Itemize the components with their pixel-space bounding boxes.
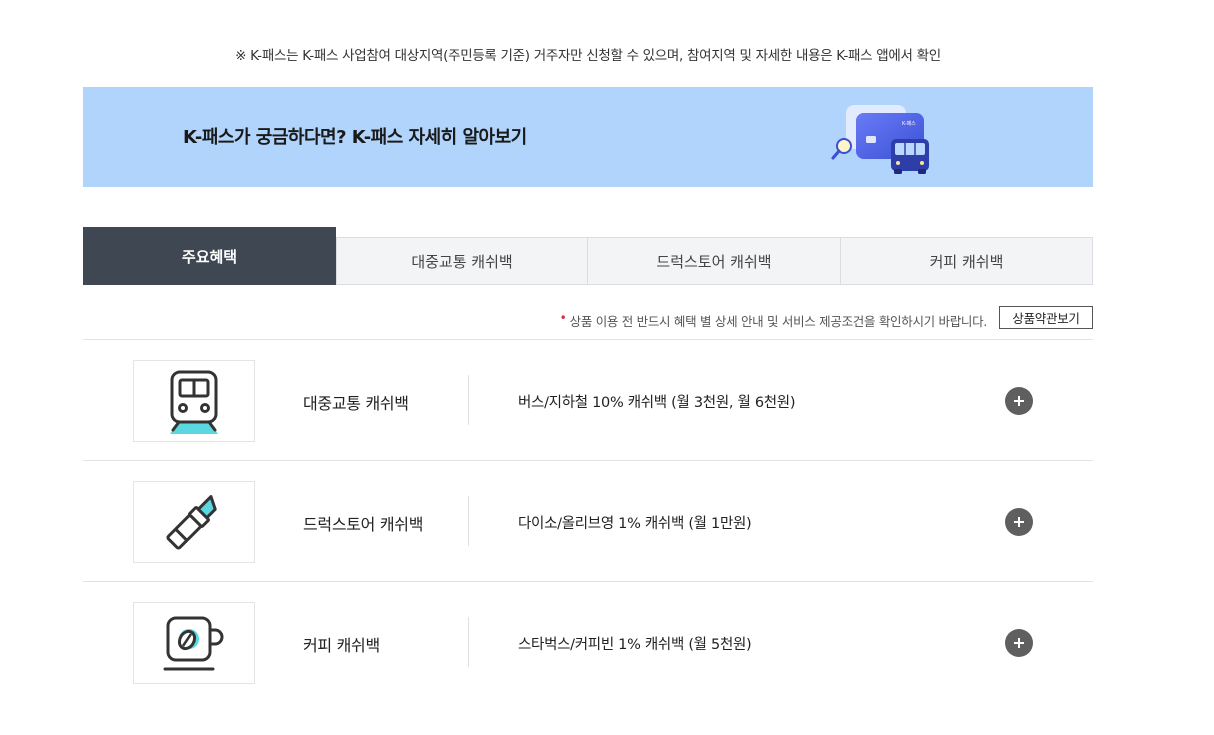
plus-icon [1014,517,1024,527]
eligibility-notice: ※ K-패스는 K-패스 사업참여 대상지역(주민등록 기준) 거주자만 신청할… [235,48,941,64]
view-terms-button[interactable]: 상품약관보기 [999,306,1093,329]
lipstick-icon [166,495,217,550]
benefit-title: 대중교통 캐쉬백 [303,394,409,413]
benefit-title: 드럭스토어 캐쉬백 [303,515,424,534]
tab-drugstore-cashback[interactable]: 드럭스토어 캐쉬백 [588,237,841,285]
bullet-dot: • [559,311,567,325]
expand-button[interactable] [1005,387,1033,415]
terms-row: • 상품 이용 전 반드시 혜택 별 상세 안내 및 서비스 제공조건을 확인하… [83,306,1093,330]
benefit-description: 다이소/올리브영 1% 캐쉬백 (월 1만원) [518,516,752,532]
terms-notice-text: 상품 이용 전 반드시 혜택 별 상세 안내 및 서비스 제공조건을 확인하시기… [569,314,988,329]
plus-icon [1014,396,1024,406]
expand-button[interactable] [1005,508,1033,536]
card-label: K-패스 [902,120,916,127]
benefit-row-coffee: 커피 캐쉬백 스타벅스/커피빈 1% 캐쉬백 (월 5천원) [83,582,1093,703]
banner-title: K-패스가 궁금하다면? K-패스 자세히 알아보기 [183,127,527,148]
tab-transit-cashback[interactable]: 대중교통 캐쉬백 [336,237,588,285]
divider [468,617,469,667]
divider [468,375,469,425]
benefit-row-transit: 대중교통 캐쉬백 버스/지하철 10% 캐쉬백 (월 3천원, 월 6천원) [83,340,1093,461]
benefit-description: 버스/지하철 10% 캐쉬백 (월 3천원, 월 6천원) [518,395,796,411]
benefit-icon-box [133,602,255,684]
benefit-description: 스타벅스/커피빈 1% 캐쉬백 (월 5천원) [518,637,752,653]
train-icon [170,370,218,434]
benefit-title: 커피 캐쉬백 [303,636,380,655]
divider [468,496,469,546]
benefit-icon-box [133,360,255,442]
tab-coffee-cashback[interactable]: 커피 캐쉬백 [841,237,1093,285]
tab-main-benefits[interactable]: 주요혜택 [83,227,336,285]
expand-button[interactable] [1005,629,1033,657]
benefit-tabs: 주요혜택 대중교통 캐쉬백 드럭스토어 캐쉬백 커피 캐쉬백 [83,227,1093,285]
benefit-icon-box [133,481,255,563]
terms-notice: • 상품 이용 전 반드시 혜택 별 상세 안내 및 서비스 제공조건을 확인하… [560,311,988,330]
coffee-cup-icon [163,616,224,671]
k-pass-card-bus-illustration: K-패스 [831,105,929,174]
benefit-row-drugstore: 드럭스토어 캐쉬백 다이소/올리브영 1% 캐쉬백 (월 1만원) [83,461,1093,582]
plus-icon [1014,638,1024,648]
benefit-list: 대중교통 캐쉬백 버스/지하철 10% 캐쉬백 (월 3천원, 월 6천원) 드… [83,339,1093,703]
k-pass-info-banner[interactable]: K-패스가 궁금하다면? K-패스 자세히 알아보기 K-패스 [83,87,1093,187]
